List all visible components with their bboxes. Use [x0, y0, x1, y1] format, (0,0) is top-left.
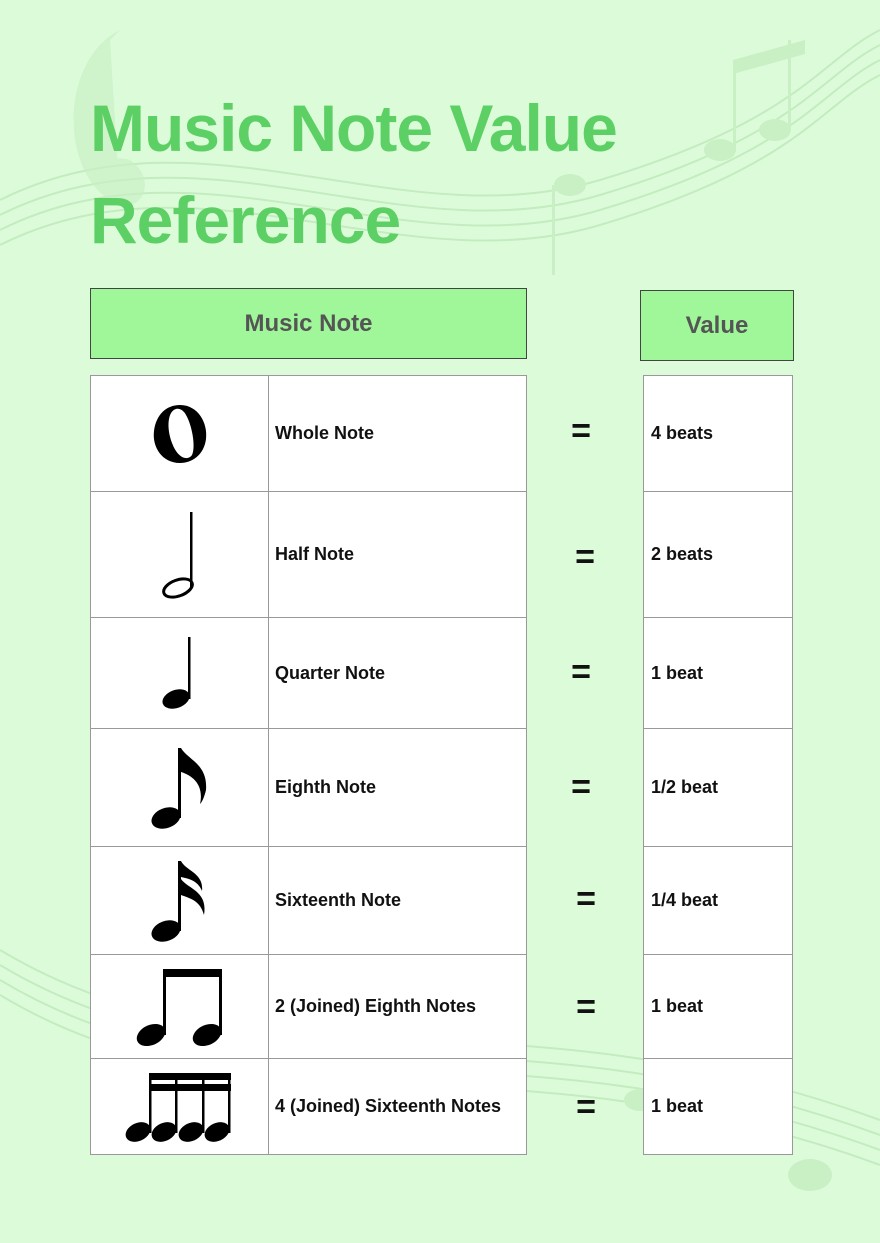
note-value: 2 beats: [643, 491, 793, 618]
note-value: 1 beat: [643, 617, 793, 729]
note-value: 1 beat: [643, 1058, 793, 1155]
joined-eighth-notes-icon: [136, 968, 222, 1046]
eighth-note-icon: [150, 747, 206, 829]
half-note-icon: [161, 511, 194, 599]
table-row: 2 beats: [643, 491, 793, 618]
note-name: Whole Note: [268, 375, 527, 492]
table-row: 1 beat: [643, 954, 793, 1059]
note-value: 1 beat: [643, 954, 793, 1059]
note-value: 1/2 beat: [643, 728, 793, 847]
note-name: Sixteenth Note: [268, 846, 527, 955]
page-title: Music Note Value Reference: [90, 82, 618, 266]
whole-note-icon: [153, 404, 206, 463]
table-row: Sixteenth Note: [90, 846, 527, 955]
note-name: Eighth Note: [268, 728, 527, 847]
table-row: 4 (Joined) Sixteenth Notes: [90, 1058, 527, 1155]
table-row: Quarter Note: [90, 617, 527, 729]
equals-sign: =: [571, 653, 591, 691]
equals-sign: =: [575, 538, 595, 576]
sixteenth-note-icon: [150, 860, 205, 942]
note-name: Quarter Note: [268, 617, 527, 729]
title-line-2: Reference: [90, 183, 401, 257]
joined-sixteenth-notes-icon: [125, 1072, 231, 1142]
note-value: 4 beats: [643, 375, 793, 492]
table-row: 2 (Joined) Eighth Notes: [90, 954, 527, 1059]
equals-sign: =: [576, 1088, 596, 1126]
music-note-table: Whole Note Half Note Quarter Note Eighth…: [90, 375, 527, 1155]
note-value: 1/4 beat: [643, 846, 793, 955]
equals-sign: =: [576, 880, 596, 918]
title-line-1: Music Note Value: [90, 91, 618, 165]
value-column-header: Value: [640, 290, 794, 361]
table-row: 1 beat: [643, 617, 793, 729]
table-row: Eighth Note: [90, 728, 527, 847]
table-row: Whole Note: [90, 375, 527, 492]
table-row: 1/2 beat: [643, 728, 793, 847]
table-row: 1 beat: [643, 1058, 793, 1155]
equals-sign: =: [571, 768, 591, 806]
equals-sign: =: [571, 412, 591, 450]
note-name: 2 (Joined) Eighth Notes: [268, 954, 527, 1059]
equals-sign: =: [576, 988, 596, 1026]
table-row: Half Note: [90, 491, 527, 618]
table-row: 1/4 beat: [643, 846, 793, 955]
music-note-column-header: Music Note: [90, 288, 527, 359]
note-name: 4 (Joined) Sixteenth Notes: [268, 1058, 527, 1155]
note-name: Half Note: [268, 491, 527, 618]
table-row: 4 beats: [643, 375, 793, 492]
value-table: 4 beats 2 beats 1 beat 1/2 beat 1/4 beat…: [643, 375, 793, 1155]
quarter-note-icon: [161, 637, 190, 709]
